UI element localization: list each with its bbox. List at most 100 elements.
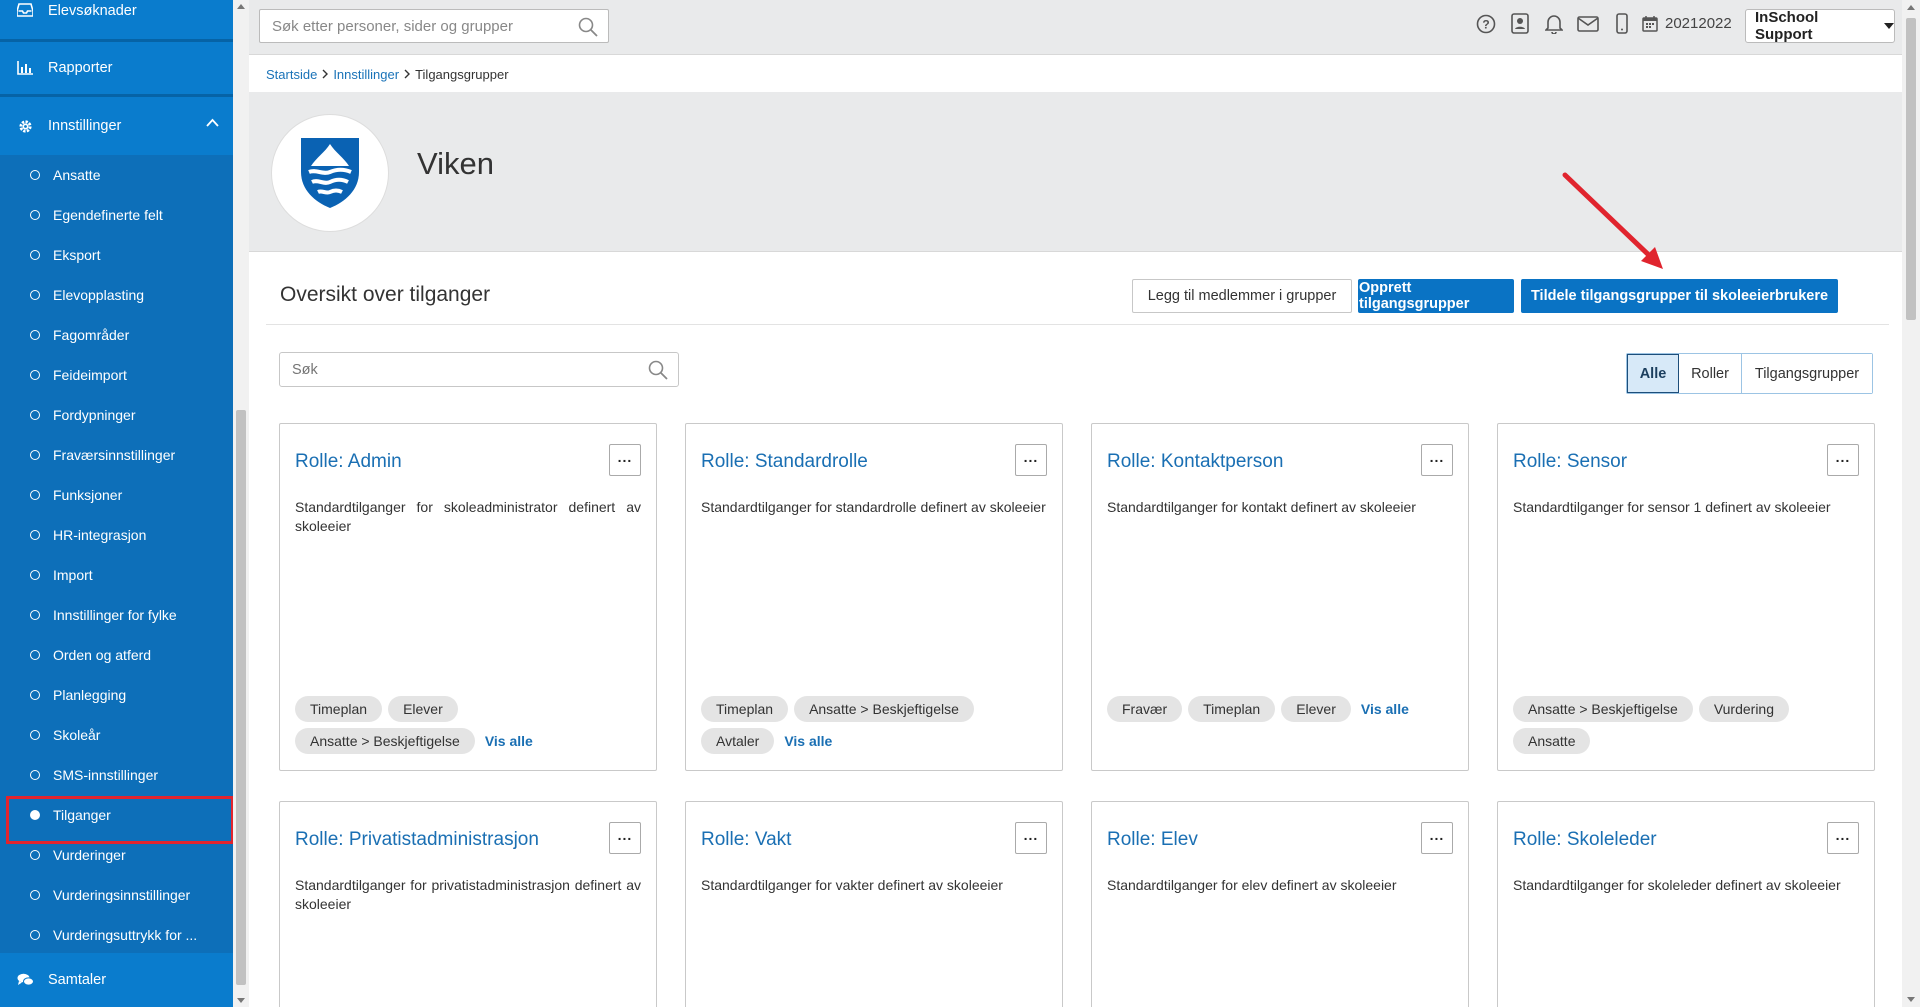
filter-alle[interactable]: Alle xyxy=(1627,354,1679,393)
card-title[interactable]: Rolle: Kontaktperson xyxy=(1107,451,1283,473)
sidebar-subitem[interactable]: SMS-innstillinger xyxy=(0,755,233,795)
sidebar-subitem[interactable]: Ansatte xyxy=(0,155,233,195)
sidebar-subitem[interactable]: Orden og atferd xyxy=(0,635,233,675)
assign-groups-button[interactable]: Tildele tilgangsgrupper til skoleeierbru… xyxy=(1521,279,1838,313)
breadcrumb-current: Tilgangsgrupper xyxy=(415,66,509,82)
sidebar-subitem[interactable]: Egendefinerte felt xyxy=(0,195,233,235)
card-title[interactable]: Rolle: Sensor xyxy=(1513,451,1627,473)
breadcrumb-innstillinger[interactable]: Innstillinger xyxy=(333,67,399,82)
scrollbar-thumb[interactable] xyxy=(1906,18,1916,320)
access-card[interactable]: Rolle: Standardrolle... Standardtilganger… xyxy=(685,423,1063,771)
access-card[interactable]: Rolle: Admin... Standardtilganger for sko… xyxy=(279,423,657,771)
user-menu-button[interactable]: InSchool Support xyxy=(1745,9,1895,43)
sidebar-subitem[interactable]: Feideimport xyxy=(0,355,233,395)
access-card[interactable]: Rolle: Skoleleder... Standardtilganger fo… xyxy=(1497,801,1875,1007)
sidebar-subitem-label: Elevopplasting xyxy=(53,287,145,303)
sidebar-item-rapporter[interactable]: Rapporter xyxy=(0,42,233,94)
card-title[interactable]: Rolle: Privatistadministrasjon xyxy=(295,829,539,851)
org-name: Viken xyxy=(417,146,494,181)
scrollbar-thumb[interactable] xyxy=(236,410,246,985)
divider xyxy=(266,324,1889,325)
sidebar-subitem[interactable]: Vurderingsuttrykk for ... xyxy=(0,915,233,955)
sidebar-item-elevsoknader[interactable]: Elevsøknader xyxy=(0,0,233,30)
create-groups-button[interactable]: Opprett tilgangsgrupper xyxy=(1358,279,1514,313)
card-title[interactable]: Rolle: Standardrolle xyxy=(701,451,868,473)
sidebar-subitem[interactable]: Tilganger xyxy=(0,795,234,844)
access-card[interactable]: Rolle: Vakt... Standardtilganger for vakt… xyxy=(685,801,1063,1007)
access-card[interactable]: Rolle: Privatistadministrasjon... Standar… xyxy=(279,801,657,1007)
scroll-up-arrow-icon[interactable] xyxy=(1907,5,1915,10)
mobile-phone-icon[interactable] xyxy=(1605,13,1639,34)
access-card[interactable]: Rolle: Elev... Standardtilganger for elev… xyxy=(1091,801,1469,1007)
more-options-button[interactable]: ... xyxy=(1421,444,1453,476)
sidebar-subitem[interactable]: Funksjoner xyxy=(0,475,233,515)
card-tags: Timeplan Elever Ansatte > Beskjeftigelse Vi… xyxy=(295,696,641,754)
show-all-link[interactable]: Vis alle xyxy=(485,733,533,749)
school-year[interactable]: 20212022 xyxy=(1665,15,1732,32)
sidebar-subitem[interactable]: Vurderingsinnstillinger xyxy=(0,875,233,915)
scroll-up-arrow-icon[interactable] xyxy=(237,4,245,9)
more-options-button[interactable]: ... xyxy=(609,444,641,476)
sidebar-item-label: Rapporter xyxy=(48,60,113,76)
chevron-up-icon[interactable] xyxy=(206,115,219,131)
scroll-down-arrow-icon[interactable] xyxy=(237,998,245,1003)
calendar-icon[interactable] xyxy=(1639,15,1661,32)
sidebar-subitem[interactable]: Vurderinger xyxy=(0,835,233,875)
breadcrumb-startside[interactable]: Startside xyxy=(266,67,317,82)
sidebar-subitem-label: Fordypninger xyxy=(53,407,136,423)
search-icon[interactable] xyxy=(578,17,598,42)
search-icon[interactable] xyxy=(648,360,668,385)
card-title[interactable]: Rolle: Vakt xyxy=(701,829,791,851)
circle-bullet-icon xyxy=(30,850,40,860)
more-options-button[interactable]: ... xyxy=(1421,822,1453,854)
filter-tilgangsgrupper[interactable]: Tilgangsgrupper xyxy=(1742,354,1872,393)
sidebar-subitem[interactable]: Planlegging xyxy=(0,675,233,715)
card-title[interactable]: Rolle: Skoleleder xyxy=(1513,829,1657,851)
mail-icon[interactable] xyxy=(1571,15,1605,32)
sidebar-subitem-label: Egendefinerte felt xyxy=(53,207,163,223)
sidebar-section-innstillinger[interactable]: Innstillinger xyxy=(0,97,233,155)
filter-search[interactable] xyxy=(279,352,679,387)
help-icon[interactable]: ? xyxy=(1469,14,1503,34)
filter-search-input[interactable] xyxy=(292,361,632,378)
org-logo xyxy=(271,114,389,232)
sidebar-subitem[interactable]: Fordypninger xyxy=(0,395,233,435)
card-tags: Ansatte > Beskjeftigelse Vurdering Ansatte xyxy=(1513,696,1859,754)
sidebar-scrollbar[interactable] xyxy=(233,0,249,1007)
show-all-link[interactable]: Vis alle xyxy=(1361,701,1409,717)
page-scrollbar[interactable] xyxy=(1902,0,1920,1007)
access-card[interactable]: Rolle: Kontaktperson... Standardtilganger… xyxy=(1091,423,1469,771)
access-card[interactable]: Rolle: Sensor... Standardtilganger for se… xyxy=(1497,423,1875,771)
circle-bullet-icon xyxy=(30,610,40,620)
sidebar-subitem[interactable]: Innstillinger for fylke xyxy=(0,595,233,635)
contact-card-icon[interactable] xyxy=(1503,13,1537,34)
more-options-button[interactable]: ... xyxy=(1015,444,1047,476)
more-options-button[interactable]: ... xyxy=(609,822,641,854)
topbar: ? 20212022 InSchool Support xyxy=(249,0,1902,55)
filter-roller[interactable]: Roller xyxy=(1679,354,1742,393)
sidebar-item-samtaler[interactable]: Samtaler xyxy=(0,953,233,1007)
permission-tag: Vurdering xyxy=(1698,696,1789,722)
chevron-right-icon xyxy=(322,67,329,82)
sidebar-subitem[interactable]: Fagområder xyxy=(0,315,233,355)
inbox-icon xyxy=(16,3,34,17)
card-title[interactable]: Rolle: Admin xyxy=(295,451,402,473)
more-options-button[interactable]: ... xyxy=(1015,822,1047,854)
more-options-button[interactable]: ... xyxy=(1827,822,1859,854)
more-options-button[interactable]: ... xyxy=(1827,444,1859,476)
sidebar-subitem[interactable]: HR-integrasjon xyxy=(0,515,233,555)
card-description: Standardtilganger for elev definert av s… xyxy=(1107,877,1397,893)
sidebar-subitem[interactable]: Import xyxy=(0,555,233,595)
sidebar-subitem[interactable]: Skoleår xyxy=(0,715,233,755)
sidebar-subitem[interactable]: Elevopplasting xyxy=(0,275,233,315)
sidebar-subitem[interactable]: Eksport xyxy=(0,235,233,275)
card-title[interactable]: Rolle: Elev xyxy=(1107,829,1198,851)
global-search[interactable] xyxy=(259,9,609,43)
global-search-input[interactable] xyxy=(272,17,562,35)
chat-icon xyxy=(16,973,34,987)
add-members-button[interactable]: Legg til medlemmer i grupper xyxy=(1132,279,1352,313)
notification-bell-icon[interactable] xyxy=(1537,13,1571,34)
show-all-link[interactable]: Vis alle xyxy=(784,733,832,749)
sidebar-subitem[interactable]: Fraværsinnstillinger xyxy=(0,435,233,475)
scroll-down-arrow-icon[interactable] xyxy=(1907,997,1915,1002)
